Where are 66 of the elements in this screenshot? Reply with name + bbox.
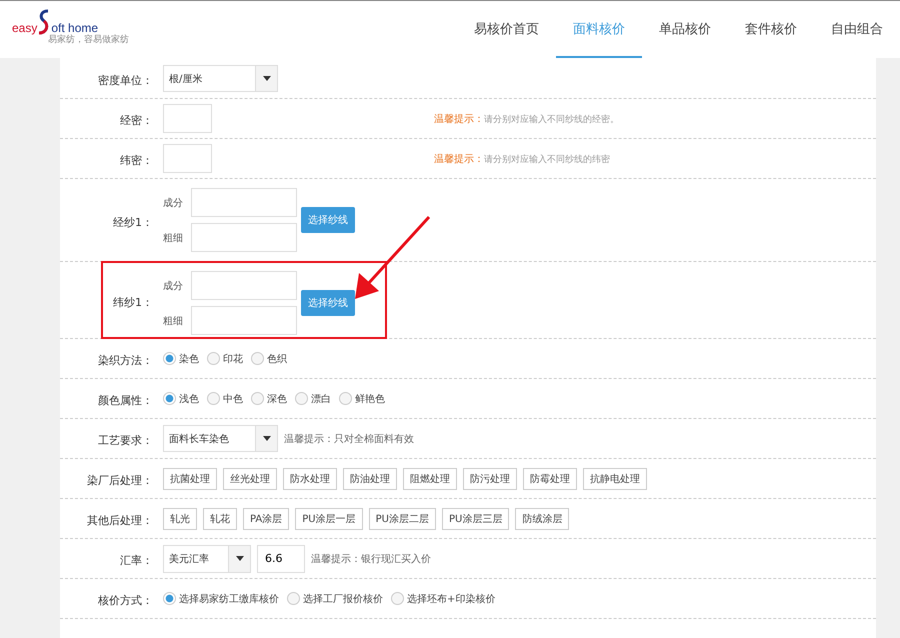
input-field[interactable] — [191, 271, 297, 300]
field-label: 密度单位： — [98, 74, 153, 87]
caret-icon — [262, 436, 270, 441]
field-label: 颜色属性： — [98, 394, 153, 407]
radio-option[interactable]: 选择工厂报价核价 — [287, 592, 383, 606]
field-label: 汇率： — [120, 554, 153, 567]
input-field[interactable] — [163, 104, 212, 133]
radio-option[interactable]: 鲜艳色 — [339, 392, 385, 406]
input-field[interactable] — [191, 223, 297, 252]
nav-tab[interactable]: 单品核价 — [642, 1, 728, 58]
radio-option[interactable]: 漂白 — [295, 392, 331, 406]
caret-icon — [236, 556, 244, 561]
input-field[interactable]: 6.6 — [257, 544, 305, 572]
field-label: 染织方法： — [98, 354, 153, 367]
option-button[interactable]: 防水处理 — [283, 468, 337, 490]
field-label: 核价方式： — [98, 594, 153, 607]
hint-text: 温馨提示：只对全棉面料有效 — [284, 432, 414, 446]
option-button[interactable]: 阻燃处理 — [403, 468, 457, 490]
radio-option[interactable]: 浅色 — [163, 392, 199, 406]
field-label: 成分 — [163, 280, 183, 292]
option-button[interactable]: 丝光处理 — [223, 468, 277, 490]
field-label: 其他后处理： — [87, 514, 153, 527]
input-field[interactable] — [191, 306, 297, 335]
logo-text: easy — [12, 21, 38, 35]
logo-text: oft home — [51, 21, 98, 35]
field-label: 粗细 — [163, 232, 183, 244]
option-button[interactable]: 防油处理 — [343, 468, 397, 490]
select-dropdown[interactable]: 根/厘米 — [163, 65, 278, 92]
caret-icon — [262, 76, 270, 81]
nav-tab[interactable]: 套件核价 — [728, 1, 814, 58]
option-button[interactable]: 防污处理 — [463, 468, 517, 490]
option-button[interactable]: 轧花 — [203, 508, 237, 530]
option-button[interactable]: PU涂层二层 — [368, 508, 436, 530]
radio-option[interactable]: 中色 — [207, 392, 243, 406]
logo-tagline: 易家纺，容易做家纺 — [48, 34, 129, 46]
hint-text: 温馨提示：请分别对应输入不同纱线的经密。 — [434, 112, 619, 126]
field-label: 经密： — [120, 114, 153, 127]
nav-tab[interactable]: 易核价首页 — [457, 1, 556, 58]
radio-option[interactable]: 色织 — [251, 352, 287, 366]
radio-option[interactable]: 选择坯布+印染核价 — [391, 592, 496, 606]
nav-tab[interactable]: 自由组合 — [814, 1, 900, 58]
option-button[interactable]: PA涂层 — [243, 508, 290, 530]
radio-option[interactable]: 染色 — [163, 352, 199, 366]
field-label: 经纱1： — [113, 216, 153, 228]
select-dropdown[interactable]: 面料长车染色 — [163, 425, 278, 452]
field-label: 粗细 — [163, 314, 183, 328]
radio-option[interactable]: 深色 — [251, 392, 287, 406]
option-button[interactable]: PU涂层三层 — [442, 508, 510, 530]
option-button[interactable]: PU涂层一层 — [295, 508, 363, 530]
input-field[interactable] — [191, 188, 297, 217]
field-label: 纬纱1： — [113, 296, 153, 308]
field-label: 纬密： — [120, 154, 153, 167]
radio-option[interactable]: 选择易家纺工缴库核价 — [163, 592, 279, 606]
field-label: 成分 — [163, 196, 183, 210]
radio-option[interactable]: 印花 — [207, 352, 243, 366]
select-dropdown[interactable]: 美元汇率 — [163, 544, 251, 572]
hint-text: 温馨提示：请分别对应输入不同纱线的纬密 — [434, 152, 610, 166]
hint-text: 温馨提示：银行现汇买入价 — [311, 552, 431, 566]
field-label: 工艺要求： — [98, 434, 153, 447]
option-button[interactable]: 防霉处理 — [523, 468, 577, 490]
option-button[interactable]: 抗静电处理 — [583, 468, 647, 490]
input-field[interactable] — [163, 144, 212, 173]
option-button[interactable]: 轧光 — [163, 508, 197, 530]
option-button[interactable]: 防绒涂层 — [515, 508, 570, 530]
field-label: 染厂后处理： — [87, 474, 153, 487]
option-button[interactable]: 抗菌处理 — [163, 468, 217, 490]
